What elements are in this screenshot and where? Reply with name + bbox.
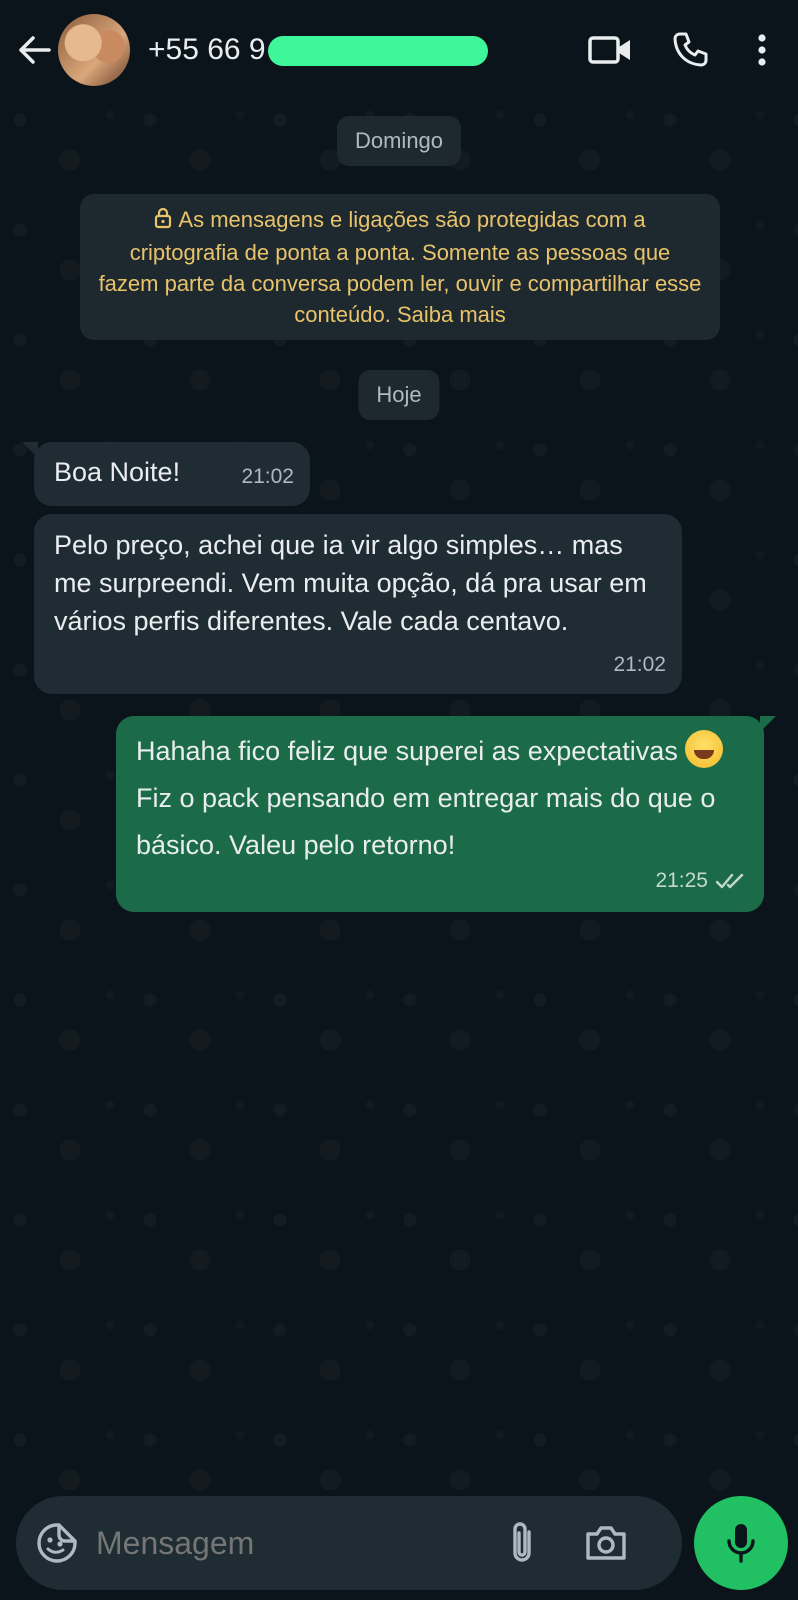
microphone-icon — [726, 1522, 756, 1564]
message-meta: 21:25 — [655, 857, 748, 904]
read-receipt-icon — [716, 872, 748, 890]
message-text: Hahaha fico feliz que superei as expecta… — [136, 736, 678, 766]
redaction-mark — [268, 36, 488, 66]
video-call-icon[interactable] — [580, 20, 640, 80]
voice-call-icon[interactable] — [660, 20, 720, 80]
message-time: 21:02 — [241, 465, 294, 488]
more-options-icon[interactable] — [740, 20, 784, 80]
lock-icon — [154, 206, 172, 237]
voice-message-button[interactable] — [694, 1496, 788, 1590]
back-arrow-icon[interactable] — [12, 28, 56, 72]
sticker-icon[interactable] — [32, 1518, 82, 1568]
message-time: 21:25 — [655, 869, 708, 892]
chat-header: +55 66 9 — [0, 0, 798, 100]
message-text: Pelo preço, achei que ia vir algo simple… — [54, 530, 647, 636]
attachment-icon[interactable] — [500, 1513, 544, 1573]
encryption-notice[interactable]: As mensagens e ligações são protegidas c… — [80, 194, 720, 340]
message-bubble-incoming[interactable]: Boa Noite! 21:02 — [34, 442, 310, 506]
message-time: 21:02 — [613, 653, 666, 676]
message-text: Boa Noite! — [54, 457, 181, 487]
encryption-notice-text: As mensagens e ligações são protegidas c… — [98, 207, 702, 327]
date-chip: Domingo — [336, 116, 462, 166]
contact-name[interactable]: +55 66 9 — [148, 28, 488, 72]
message-bubble-incoming[interactable]: Pelo preço, achei que ia vir algo simple… — [34, 514, 682, 694]
header-actions — [580, 0, 798, 100]
message-text: Fiz o pack pensando em entregar mais do … — [136, 783, 716, 860]
contact-number: +55 66 9 — [148, 33, 266, 66]
grinning-sweat-emoji-icon — [685, 730, 724, 768]
message-bubble-outgoing[interactable]: Hahaha fico feliz que superei as expecta… — [116, 716, 764, 912]
message-input[interactable] — [96, 1524, 496, 1562]
message-composer — [16, 1496, 682, 1590]
date-chip: Hoje — [358, 370, 440, 420]
camera-icon[interactable] — [578, 1513, 634, 1573]
avatar[interactable] — [58, 14, 130, 86]
